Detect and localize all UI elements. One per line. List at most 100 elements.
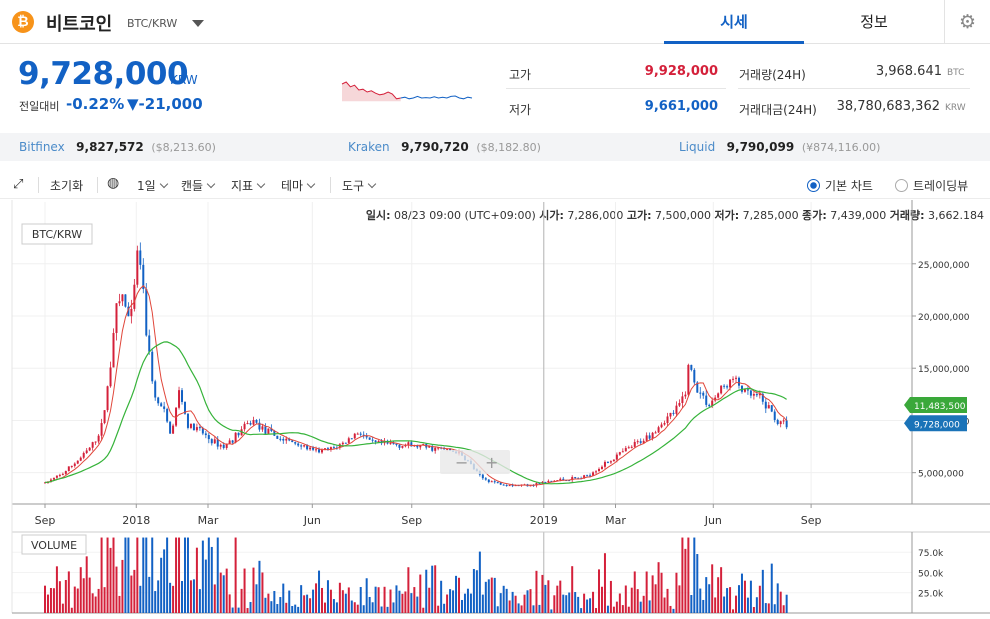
volume-bar (61, 603, 64, 613)
exchange-kraken[interactable]: Kraken 9,790,720 ($8,182.80) (348, 140, 541, 154)
volume-bar (335, 602, 338, 613)
reset-button[interactable]: 초기화 (50, 177, 83, 194)
ma-long-line (44, 341, 787, 485)
candle-body (484, 478, 487, 480)
candle-body (776, 419, 779, 425)
volume-bar (318, 570, 321, 613)
exchange-bitfinex[interactable]: Bitfinex 9,827,572 ($8,213.60) (19, 140, 216, 154)
volume-bar (684, 548, 687, 613)
divider (97, 177, 98, 193)
coin-name[interactable]: 비트코인 (46, 10, 112, 36)
exchange-liquid[interactable]: Liquid 9,790,099 (¥874,116.00) (679, 140, 880, 154)
volume-bar (353, 602, 356, 613)
candle-body (586, 475, 589, 477)
x-tick-label: Sep (35, 514, 56, 527)
candle-body (740, 385, 743, 392)
candle-body (112, 332, 115, 368)
volume-bar (192, 579, 195, 613)
candle-body (720, 385, 723, 394)
candle-body (106, 386, 109, 411)
volume-bar (443, 603, 446, 613)
volume-bar (395, 585, 398, 613)
volume-bar (341, 590, 344, 613)
candle-body (55, 475, 58, 478)
volume-bar (737, 585, 740, 613)
candle-body (398, 444, 401, 448)
volume-bar (702, 599, 705, 613)
indicator-dropdown[interactable]: 지표 (231, 177, 264, 194)
volume-bar (139, 585, 142, 613)
globe-icon[interactable]: ◍ (107, 175, 119, 191)
divider (738, 88, 970, 89)
volume-bar (151, 537, 154, 613)
candle-body (624, 448, 627, 452)
tradingview-radio[interactable]: 트레이딩뷰 (895, 177, 968, 194)
coin-pair: BTC/KRW (127, 17, 178, 30)
candle-body (723, 385, 726, 387)
volume-bar (303, 595, 306, 613)
candle-body (764, 401, 767, 409)
candle-body (752, 394, 755, 396)
volume-bar (270, 601, 273, 613)
volume-bar (639, 601, 642, 613)
candle-body (198, 427, 201, 429)
volume-bar (577, 596, 580, 613)
candle-body (732, 378, 735, 380)
volume-bar (651, 575, 654, 613)
volume-bar (312, 589, 315, 613)
candle-body (481, 474, 484, 479)
volume-bar (401, 593, 404, 613)
volume-bar (374, 586, 377, 613)
volume-bar (711, 564, 714, 613)
expand-icon[interactable]: ⤢ (13, 177, 23, 192)
chart-type-dropdown[interactable]: 캔들 (181, 177, 214, 194)
volume-bar (693, 537, 696, 613)
candle-body (675, 405, 678, 414)
amount-value: 38,780,683,362 (836, 99, 940, 114)
volume-bar (124, 537, 127, 613)
candle-body (663, 423, 666, 425)
theme-dropdown[interactable]: 테마 (281, 177, 314, 194)
volume-bar (460, 599, 463, 613)
volume-bar (70, 607, 73, 613)
volume-bar (761, 569, 764, 613)
bitcoin-icon: ₿ (12, 11, 34, 33)
candle-body (207, 435, 210, 440)
candle-body (434, 447, 437, 451)
candle-body (109, 367, 112, 387)
volume-bar (603, 553, 606, 613)
volume-bar (657, 562, 660, 613)
amount-unit: KRW (945, 103, 966, 113)
volume-bar (145, 537, 148, 613)
sparkline-area (342, 82, 401, 102)
basic-chart-radio[interactable]: 기본 차트 (807, 177, 873, 194)
volume-bar (538, 604, 541, 613)
volume-bar (654, 584, 657, 613)
tab-info[interactable]: 정보 (804, 0, 944, 44)
tools-dropdown[interactable]: 도구 (342, 177, 375, 194)
volume-bar (520, 605, 523, 613)
candle-body (282, 438, 285, 441)
candle-body (353, 433, 356, 439)
volume-bar (410, 593, 413, 613)
candle-body (487, 479, 490, 483)
volume-bar (627, 606, 630, 613)
interval-dropdown[interactable]: 1일 (137, 177, 167, 194)
candle-body (186, 413, 189, 428)
price-chart[interactable]: 25,000,00020,000,00015,000,00010,000,000… (0, 200, 990, 619)
volume-bar (452, 590, 455, 613)
gear-icon[interactable]: ⚙ (944, 0, 990, 44)
volume-bar (183, 537, 186, 613)
chevron-down-icon[interactable] (192, 20, 204, 27)
volume-bar (55, 566, 58, 613)
candle-body (496, 482, 499, 484)
volume-bar (785, 594, 788, 613)
volume-bar (431, 565, 434, 613)
volume-bar (127, 537, 130, 613)
tab-price[interactable]: 시세 (664, 0, 804, 44)
candle-body (181, 390, 184, 402)
candle-body (124, 294, 127, 307)
volume-bar (377, 587, 380, 613)
candle-body (633, 441, 636, 447)
volume-bar (326, 580, 329, 613)
